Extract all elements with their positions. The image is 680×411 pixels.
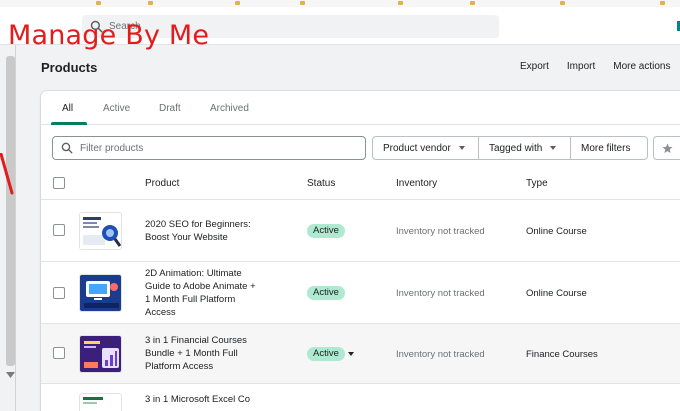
product-thumbnail — [79, 274, 122, 312]
star-icon — [662, 143, 673, 153]
bookmark-folder-icon[interactable] — [148, 1, 153, 5]
left-rail-divider — [15, 45, 16, 411]
product-vendor-filter[interactable]: Product vendor — [372, 136, 479, 160]
more-filters-label: More filters — [581, 142, 631, 154]
caret-down-icon — [550, 146, 557, 150]
import-button[interactable]: Import — [567, 61, 595, 72]
type-value: Online Course — [526, 288, 587, 299]
product-vendor-label: Product vendor — [383, 142, 451, 154]
product-thumbnail — [79, 335, 122, 373]
more-actions-button[interactable]: More actions — [613, 61, 670, 72]
filter-placeholder: Filter products — [80, 142, 144, 154]
table-row[interactable]: 2D Animation: Ultimate Guide to Adobe An… — [41, 262, 680, 324]
product-thumbnail — [79, 393, 122, 411]
tab-archived[interactable]: Archived — [210, 103, 249, 114]
status-badge: Active — [307, 286, 345, 300]
table-row[interactable]: 2020 SEO for Beginners: Boost Your Websi… — [41, 201, 680, 262]
row-checkbox[interactable] — [53, 224, 65, 236]
product-thumbnail — [79, 212, 122, 250]
scroll-down-icon[interactable] — [4, 371, 17, 379]
filter-products-input[interactable]: Filter products — [52, 136, 366, 160]
inventory-value: Inventory not tracked — [396, 349, 485, 360]
bookmark-folder-icon[interactable] — [96, 1, 101, 5]
tab-draft[interactable]: Draft — [159, 103, 181, 114]
export-button[interactable]: Export — [520, 61, 549, 72]
status-tabs: All Active Draft Archived — [41, 91, 680, 125]
finance-course-thumbnail-icon — [80, 336, 121, 372]
status-badge: Active — [307, 224, 345, 238]
bookmark-folder-icon[interactable] — [660, 1, 665, 5]
bookmark-folder-icon[interactable] — [398, 1, 403, 5]
product-name[interactable]: 2D Animation: Ultimate Guide to Adobe An… — [145, 267, 263, 319]
tagged-with-filter[interactable]: Tagged with — [478, 136, 571, 160]
type-value: Online Course — [526, 226, 587, 237]
red-annotation-stroke — [0, 153, 14, 195]
column-inventory: Inventory — [396, 178, 438, 189]
tab-all[interactable]: All — [62, 103, 73, 114]
table-header: Product Status Inventory Type — [41, 168, 680, 200]
table-row[interactable]: 3 in 1 Financial Courses Bundle + 1 Mont… — [41, 324, 680, 384]
page-title: Products — [41, 60, 98, 75]
table-row[interactable]: 3 in 1 Microsoft Excel Co — [41, 384, 680, 411]
scrollbar-thumb[interactable] — [6, 56, 15, 366]
saved-views-button[interactable] — [653, 136, 680, 160]
row-checkbox[interactable] — [53, 287, 65, 299]
product-name[interactable]: 3 in 1 Microsoft Excel Co — [145, 393, 275, 406]
inventory-value: Inventory not tracked — [396, 288, 485, 299]
column-status: Status — [307, 178, 336, 189]
bookmark-folder-icon[interactable] — [470, 1, 475, 5]
bookmark-folder-icon[interactable] — [300, 1, 305, 5]
more-filters-button[interactable]: More filters — [570, 136, 648, 160]
column-type: Type — [526, 178, 548, 189]
bookmark-folder-icon[interactable] — [560, 1, 565, 5]
caret-down-icon — [458, 146, 465, 150]
product-name[interactable]: 3 in 1 Financial Courses Bundle + 1 Mont… — [145, 334, 263, 373]
search-icon — [61, 142, 73, 154]
seo-course-thumbnail-icon — [80, 213, 121, 249]
tagged-with-label: Tagged with — [489, 142, 543, 154]
select-all-checkbox[interactable] — [53, 177, 65, 189]
caret-down-icon[interactable] — [348, 352, 354, 356]
excel-course-thumbnail-icon — [80, 394, 121, 411]
tab-active[interactable]: Active — [103, 103, 130, 114]
type-value: Finance Courses — [526, 349, 598, 360]
column-product: Product — [145, 178, 180, 189]
header-actions: Export Import More actions — [520, 61, 680, 72]
bookmark-folder-icon[interactable] — [235, 1, 240, 5]
status-badge[interactable]: Active — [307, 347, 345, 361]
inventory-value: Inventory not tracked — [396, 226, 485, 237]
product-name[interactable]: 2020 SEO for Beginners: Boost Your Websi… — [145, 218, 263, 244]
products-card: All Active Draft Archived Filter product… — [41, 91, 680, 411]
watermark-text: Manage By Me — [8, 20, 210, 51]
animation-course-thumbnail-icon — [80, 275, 121, 311]
row-checkbox[interactable] — [53, 347, 65, 359]
bookmarks-bar — [0, 0, 680, 7]
active-tab-indicator — [51, 122, 87, 125]
